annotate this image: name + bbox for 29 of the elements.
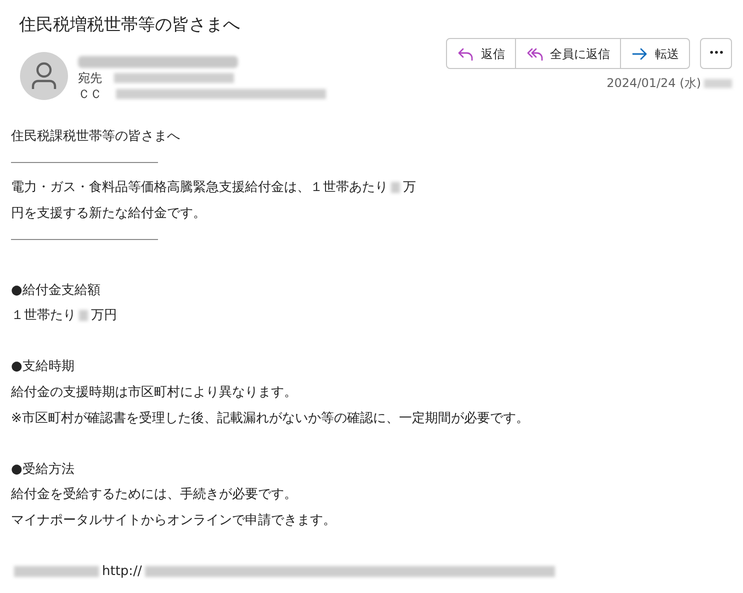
reply-button[interactable]: 返信 <box>447 39 515 68</box>
body-text: ※市区町村が確認書を受理した後、記載漏れがないか等の確認に、一定期間が必要です。 <box>11 410 529 428</box>
blurred-text <box>391 182 400 194</box>
cc-label: ＣＣ <box>78 86 102 102</box>
body-text: 電力・ガス・食料品等価格高騰緊急支援給付金は、１世帯あたり <box>11 179 388 198</box>
blurred-time <box>704 78 732 88</box>
to-label: 宛先 <box>78 70 102 86</box>
forward-button[interactable]: 転送 <box>620 39 689 68</box>
body-text: 給付金を受給するためには、手続きが必要です。 <box>11 486 297 504</box>
body-text: 住民税課税世帯等の皆さまへ <box>11 128 180 146</box>
body-text: マイナポータルサイトからオンラインで申請できます。 <box>11 512 336 530</box>
body-text: 万円 <box>91 307 117 326</box>
body-text: 給付金の支援時期は市区町村により異なります。 <box>11 384 297 402</box>
blurred-text <box>79 310 88 322</box>
body-text: ●支給時期 <box>11 358 74 376</box>
body-text: ●給付金支給額 <box>11 282 100 300</box>
more-button[interactable]: ••• <box>700 38 732 69</box>
email-subject: 住民税増税世帯等の皆さまへ <box>18 14 241 37</box>
body-text: １世帯たり <box>11 307 76 326</box>
body-text: 万 <box>403 179 416 198</box>
avatar-icon <box>20 52 68 100</box>
reply-icon <box>457 46 475 62</box>
body-text: 円を支援する新たな給付金です。 <box>11 204 206 223</box>
body-text: http:// <box>102 563 142 582</box>
reply-all-icon <box>526 46 544 62</box>
email-date: 2024/01/24 (水) <box>606 75 701 92</box>
body-text: ●受給方法 <box>11 460 74 479</box>
reply-all-button[interactable]: 全員に返信 <box>515 39 620 68</box>
forward-arrow-icon <box>631 46 649 62</box>
